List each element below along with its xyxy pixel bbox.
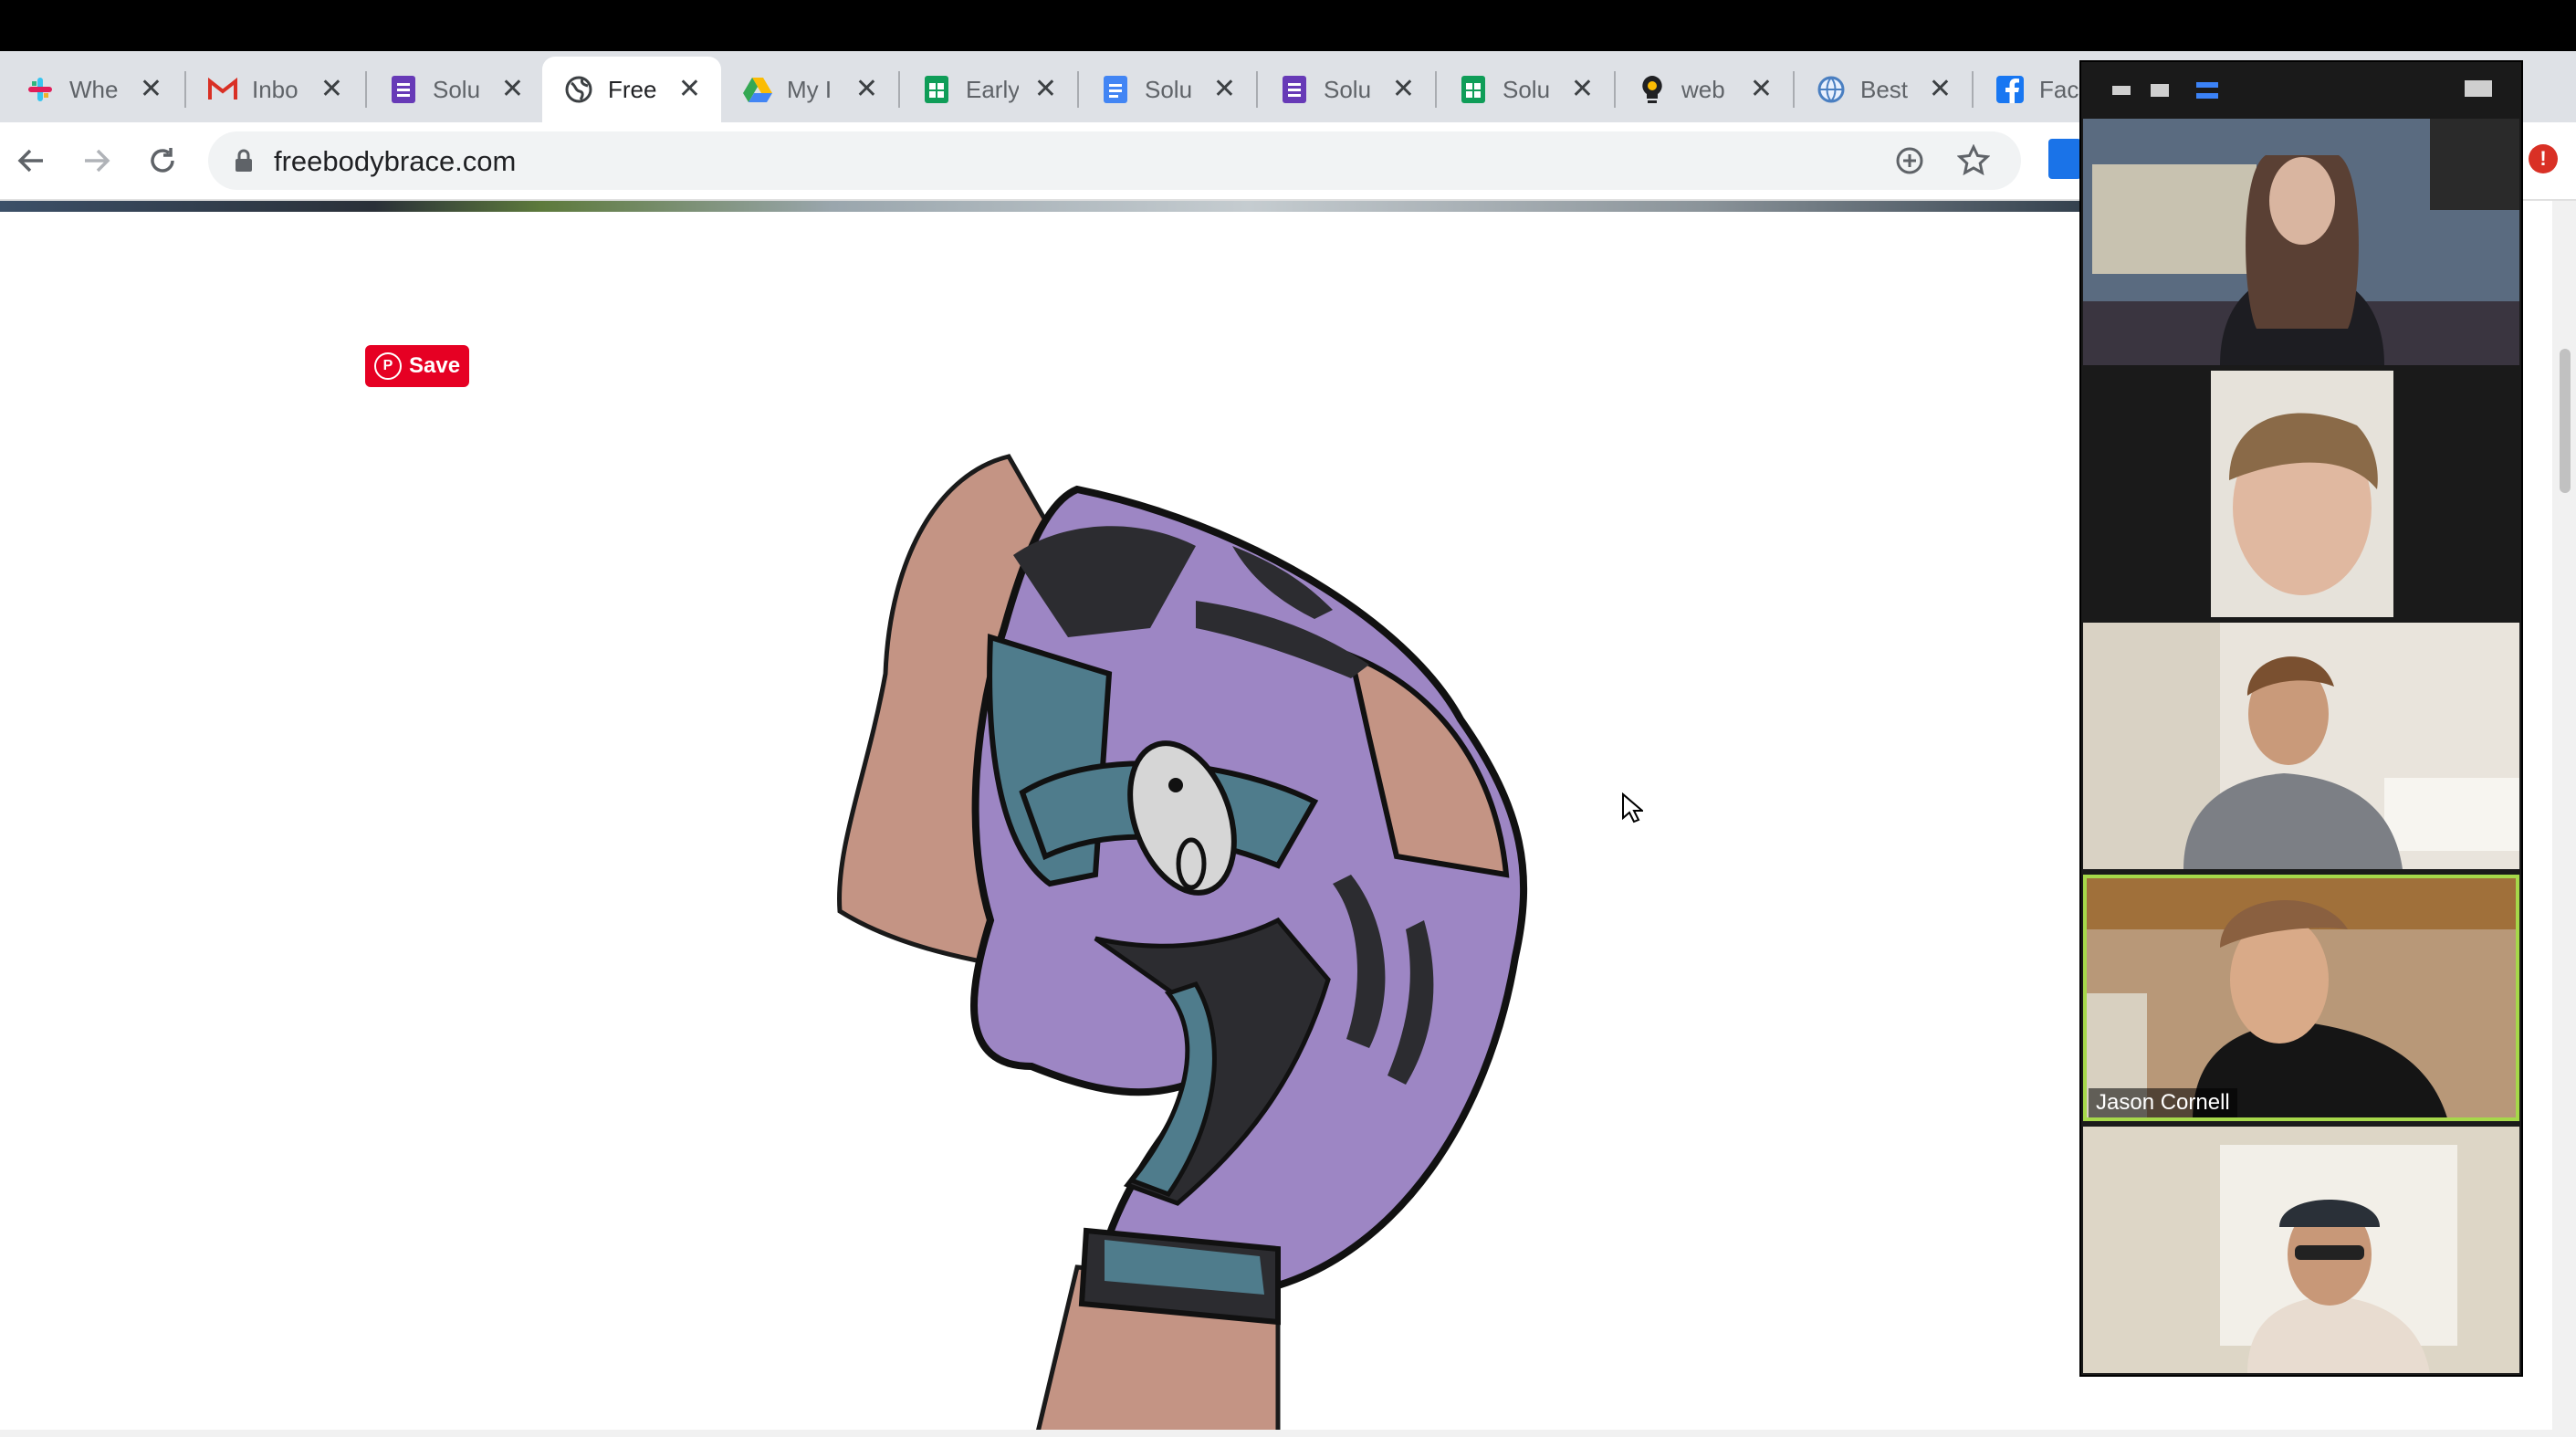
close-icon[interactable]: ✕ (1213, 73, 1236, 106)
save-label: Save (409, 353, 461, 378)
tab-label: Whe (69, 75, 119, 103)
address-bar[interactable]: freebodybrace.com (208, 131, 2021, 190)
sheets-icon (920, 73, 953, 106)
horizontal-scrollbar[interactable] (0, 1430, 2552, 1437)
scrollbar-thumb[interactable] (2560, 349, 2571, 493)
mouse-cursor-icon (1622, 792, 1643, 823)
tab[interactable]: My I ✕ (721, 57, 898, 122)
tab-label: Solu (1145, 75, 1193, 103)
add-circle-icon[interactable] (1893, 144, 1926, 177)
close-icon[interactable]: ✕ (320, 73, 343, 106)
gallery-view-icon-2 (2196, 93, 2218, 99)
tab-label: Inbo (252, 75, 298, 103)
slack-icon (24, 73, 57, 106)
restore-icon[interactable] (2151, 84, 2169, 97)
tab[interactable]: Face (1974, 57, 2083, 122)
tab[interactable]: web ✕ (1616, 57, 1793, 122)
close-icon[interactable]: ✕ (140, 73, 162, 106)
globe-icon (1815, 73, 1848, 106)
extension-red-icon[interactable]: ! (2529, 144, 2558, 173)
close-icon[interactable]: ✕ (1571, 73, 1594, 106)
close-icon[interactable]: ✕ (1034, 73, 1057, 106)
tab-active[interactable]: Free ✕ (542, 57, 721, 122)
tab-label: Early (966, 75, 1019, 103)
video-tile-active-speaker[interactable]: Jason Cornell (2083, 875, 2519, 1121)
tab-label: Solu (1503, 75, 1551, 103)
forward-button[interactable] (73, 137, 120, 184)
video-tile-participant-5[interactable] (2083, 1127, 2519, 1373)
vertical-scrollbar[interactable] (2552, 201, 2576, 1437)
minimize-icon[interactable] (2112, 86, 2131, 95)
lock-icon (236, 149, 252, 172)
arrow-right-icon (85, 149, 110, 173)
close-icon[interactable]: ✕ (855, 73, 878, 106)
globe-icon (562, 73, 595, 106)
pinterest-save-button[interactable]: P Save (365, 345, 469, 387)
close-icon[interactable]: ✕ (1929, 73, 1952, 106)
tab[interactable]: Solu ✕ (367, 57, 544, 122)
close-icon[interactable]: ✕ (1750, 73, 1773, 106)
facebook-icon (1994, 73, 2026, 106)
tab[interactable]: Best ✕ (1795, 57, 1972, 122)
tab[interactable]: Solu ✕ (1079, 57, 1256, 122)
tab[interactable]: Whe ✕ (4, 57, 183, 122)
gmail-icon (206, 73, 239, 106)
docs-icon (1099, 73, 1132, 106)
pinterest-icon: P (374, 352, 402, 380)
knee-brace-illustration (837, 454, 1528, 1437)
reload-button[interactable] (139, 137, 186, 184)
zoom-video-panel: Jason Cornell (2079, 60, 2523, 1377)
exit-mini-view-icon[interactable] (2465, 80, 2492, 97)
video-tile-participant-3[interactable] (2083, 623, 2519, 869)
back-button[interactable] (7, 137, 55, 184)
tab-label: Free (608, 75, 657, 103)
sheets-icon (1457, 73, 1490, 106)
tab-label: Best (1860, 75, 1909, 103)
tab-label: Solu (1324, 75, 1372, 103)
arrow-left-icon (17, 149, 43, 173)
tab[interactable]: Solu ✕ (1258, 57, 1435, 122)
video-tile-participant-1[interactable] (2083, 119, 2519, 365)
star-icon[interactable] (1957, 144, 1990, 177)
lightbulb-icon (1636, 73, 1669, 106)
close-icon[interactable]: ✕ (678, 73, 701, 106)
os-top-bar (0, 0, 2576, 51)
tab-label: web (1681, 75, 1725, 103)
close-icon[interactable]: ✕ (501, 73, 524, 106)
zoom-panel-header (2081, 62, 2521, 117)
reload-icon (151, 148, 174, 173)
forms-icon (387, 73, 420, 106)
header-image-strip (0, 201, 2081, 212)
close-icon[interactable]: ✕ (1392, 73, 1415, 106)
tab-label: Face (2039, 75, 2081, 103)
tab[interactable]: Solu ✕ (1437, 57, 1614, 122)
tab[interactable]: Inbo ✕ (186, 57, 363, 122)
gallery-view-icon[interactable] (2196, 82, 2218, 88)
tab-label: My I (787, 75, 832, 103)
participant-name-tag: Jason Cornell (2089, 1088, 2237, 1117)
tab[interactable]: Early ✕ (900, 57, 1077, 122)
calendar-extension-icon[interactable] (2048, 139, 2081, 179)
drive-icon (741, 73, 774, 106)
url-text: freebodybrace.com (274, 145, 517, 177)
forms-icon (1278, 73, 1311, 106)
video-tile-participant-2[interactable] (2083, 371, 2519, 617)
tab-label: Solu (433, 75, 481, 103)
